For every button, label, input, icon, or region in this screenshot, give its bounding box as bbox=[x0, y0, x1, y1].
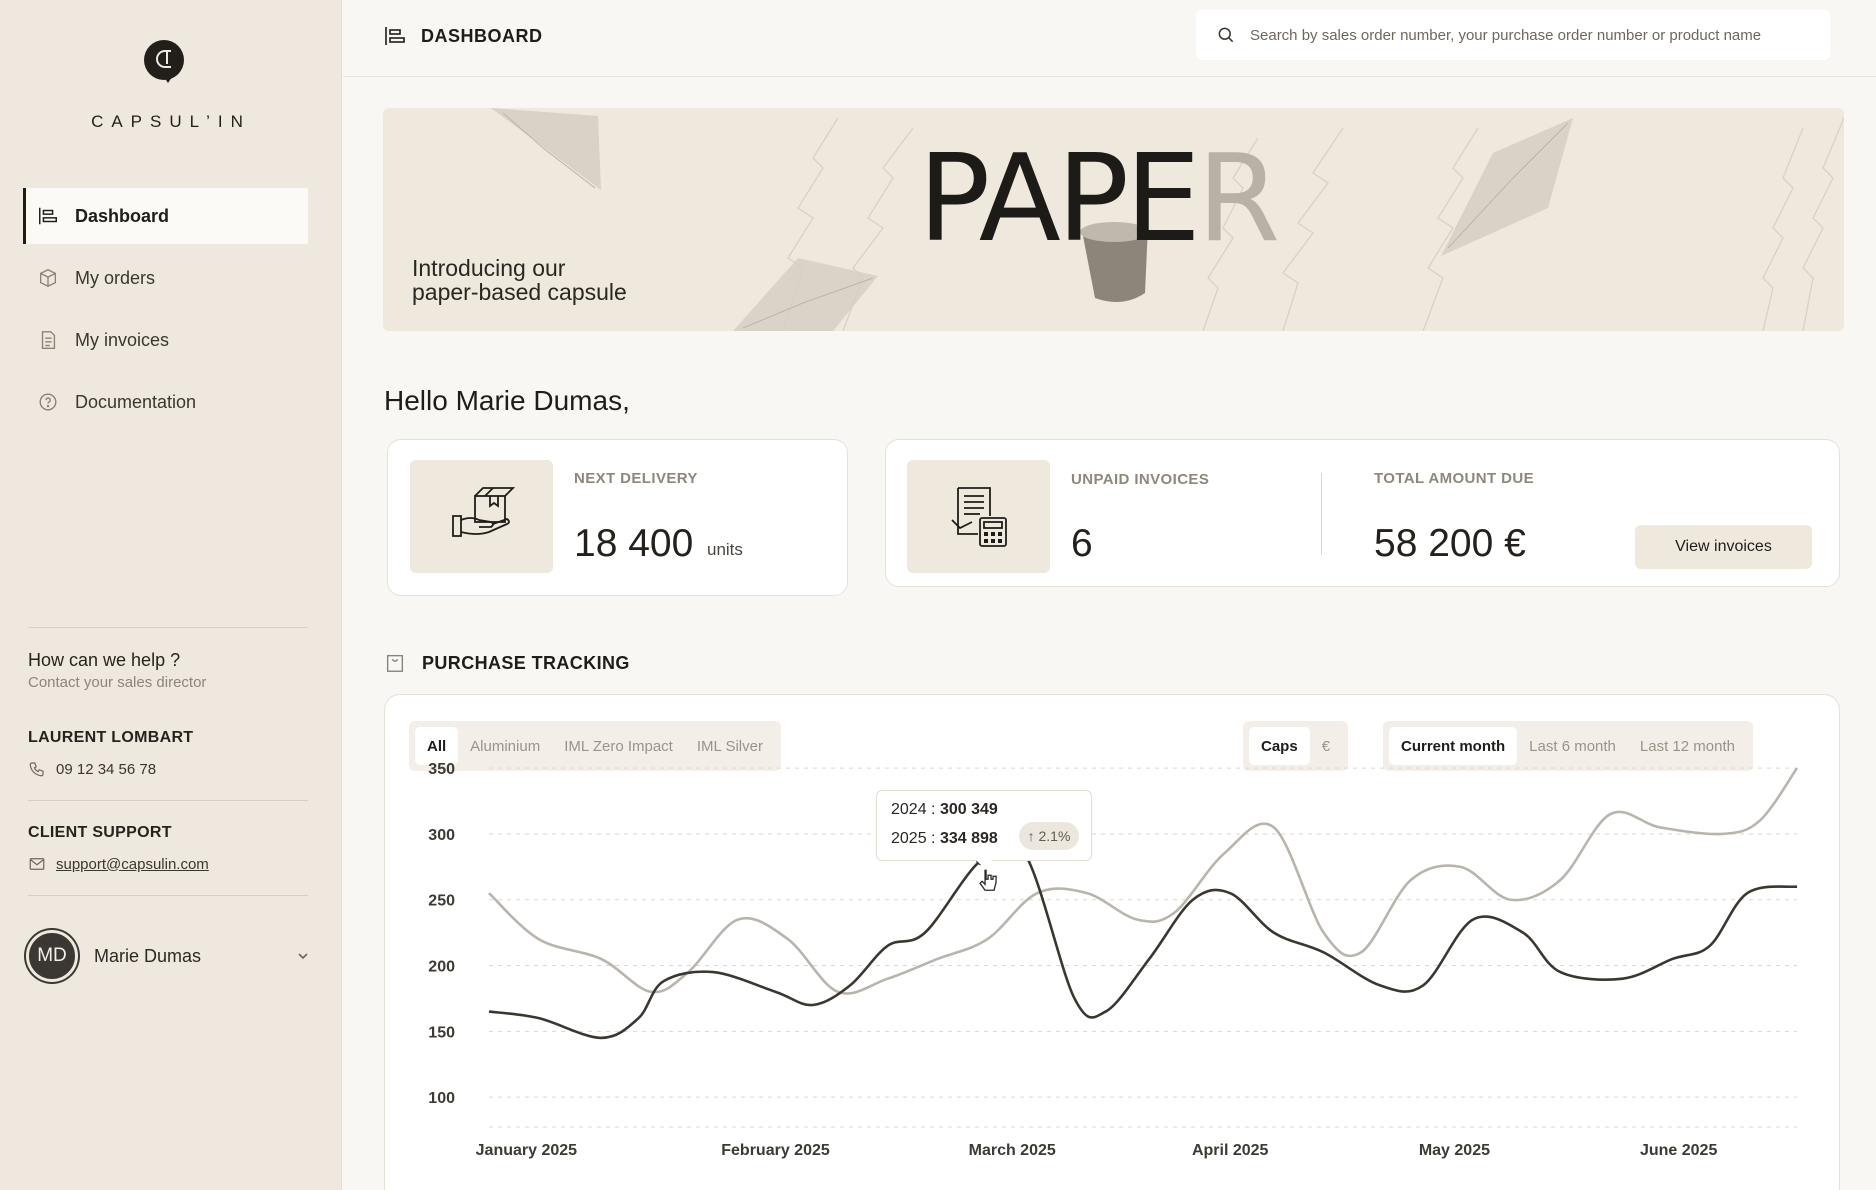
sidebar-item-label: My orders bbox=[75, 267, 156, 288]
user-name: Marie Dumas bbox=[94, 945, 202, 966]
brand-name: CAPSUL’IN bbox=[91, 112, 251, 131]
help-title: How can we help ? bbox=[28, 650, 181, 670]
client-support-title: CLIENT SUPPORT bbox=[28, 824, 172, 841]
banner-caption: Introducing our paper-based capsule bbox=[412, 255, 627, 305]
promo-banner[interactable]: PAPER Introducing our paper-based capsul… bbox=[383, 108, 1844, 331]
search-bar[interactable] bbox=[1196, 10, 1830, 60]
unpaid-invoices-value: 6 bbox=[1071, 522, 1093, 565]
y-tick-label: 100 bbox=[428, 1090, 455, 1107]
banner-headline: PAPER bbox=[918, 130, 1280, 269]
support-email-link[interactable]: support@capsulin.com bbox=[56, 856, 209, 873]
purchase-chart-card: All Aluminium IML Zero Impact IML Silver… bbox=[384, 694, 1840, 1190]
total-due-value: 58 200 € bbox=[1374, 522, 1526, 565]
sidebar: CAPSUL’IN Dashboard My orders My invoice… bbox=[0, 0, 342, 1190]
x-tick-label: April 2025 bbox=[1192, 1142, 1269, 1159]
search-input[interactable] bbox=[1250, 26, 1820, 44]
series-line-2025 bbox=[488, 840, 1798, 1040]
y-tick-label: 200 bbox=[428, 959, 455, 976]
help-subtitle: Contact your sales director bbox=[28, 674, 207, 691]
sidebar-item-my-orders[interactable]: My orders bbox=[23, 250, 308, 306]
avatar: MD bbox=[26, 930, 78, 982]
tooltip-row-2024: 2024 : 300 349 bbox=[891, 801, 998, 818]
invoices-card: UNPAID INVOICES 6 TOTAL AMOUNT DUE 58 20… bbox=[885, 439, 1840, 587]
delivery-icon bbox=[410, 460, 553, 573]
purchase-tracking-title: PURCHASE TRACKING bbox=[384, 652, 630, 674]
x-tick-label: February 2025 bbox=[721, 1142, 830, 1159]
unpaid-invoices-label: UNPAID INVOICES bbox=[1071, 471, 1210, 488]
divider bbox=[28, 895, 308, 896]
invoice-icon bbox=[37, 329, 59, 351]
sales-director-phone[interactable]: 09 12 34 56 78 bbox=[28, 760, 156, 778]
y-tick-label: 350 bbox=[428, 761, 455, 778]
series-line-2024 bbox=[488, 767, 1799, 995]
page-title-text: DASHBOARD bbox=[421, 25, 543, 46]
dashboard-icon bbox=[385, 27, 405, 45]
card-divider bbox=[1321, 473, 1322, 555]
chart-tooltip: 2024 : 300 349 2025 : 334 898 ↑ 2.1% bbox=[876, 790, 1092, 868]
topbar: DASHBOARD bbox=[343, 0, 1876, 77]
sidebar-item-dashboard[interactable]: Dashboard bbox=[23, 188, 308, 244]
sidebar-item-my-invoices[interactable]: My invoices bbox=[23, 312, 308, 368]
help-circle-icon bbox=[37, 391, 59, 413]
y-tick-label: 300 bbox=[428, 827, 455, 844]
capsulin-logo-icon[interactable] bbox=[144, 40, 184, 83]
client-support-email: support@capsulin.com bbox=[28, 855, 209, 873]
purchase-line-chart: 350 300 250 200 150 100 January 2025 February 2… bbox=[428, 761, 1799, 1159]
box-icon bbox=[37, 267, 59, 289]
mail-icon bbox=[29, 858, 45, 870]
user-menu[interactable]: MD Marie Dumas bbox=[26, 930, 310, 982]
x-tick-label: January 2025 bbox=[476, 1142, 578, 1159]
dashboard-icon bbox=[37, 205, 59, 227]
phone-number: 09 12 34 56 78 bbox=[56, 760, 157, 778]
page-title: DASHBOARD bbox=[383, 24, 543, 48]
chevron-down-icon bbox=[298, 953, 308, 960]
next-delivery-value: 18 400 bbox=[574, 522, 694, 565]
x-tick-label: June 2025 bbox=[1640, 1142, 1717, 1159]
x-tick-label: May 2025 bbox=[1419, 1142, 1490, 1159]
next-delivery-unit: units bbox=[707, 540, 743, 559]
greeting: Hello Marie Dumas, bbox=[384, 385, 630, 416]
next-delivery-label: NEXT DELIVERY bbox=[574, 470, 698, 487]
view-invoices-button[interactable]: View invoices bbox=[1635, 525, 1812, 569]
change-badge: ↑ 2.1% bbox=[1019, 822, 1079, 850]
y-tick-label: 150 bbox=[428, 1024, 455, 1041]
sidebar-item-label: Dashboard bbox=[75, 205, 170, 226]
x-tick-label: March 2025 bbox=[969, 1142, 1056, 1159]
phone-icon bbox=[29, 762, 44, 777]
divider bbox=[28, 627, 308, 628]
cursor-hand-icon bbox=[979, 869, 997, 891]
sidebar-nav: Dashboard My orders My invoices Document… bbox=[23, 188, 308, 436]
next-delivery-card: NEXT DELIVERY 18 400 units bbox=[387, 439, 848, 596]
invoice-calculator-icon bbox=[907, 460, 1050, 573]
tooltip-row-2025: 2025 : 334 898 bbox=[891, 830, 998, 847]
shopping-bag-icon bbox=[386, 654, 404, 672]
divider bbox=[28, 800, 308, 801]
sales-director-name: LAURENT LOMBART bbox=[28, 729, 194, 746]
total-due-label: TOTAL AMOUNT DUE bbox=[1374, 470, 1535, 487]
sidebar-item-label: Documentation bbox=[75, 391, 197, 412]
y-tick-label: 250 bbox=[428, 893, 455, 910]
sidebar-item-label: My invoices bbox=[75, 329, 170, 350]
search-icon bbox=[1218, 27, 1234, 43]
sidebar-item-documentation[interactable]: Documentation bbox=[23, 374, 308, 430]
